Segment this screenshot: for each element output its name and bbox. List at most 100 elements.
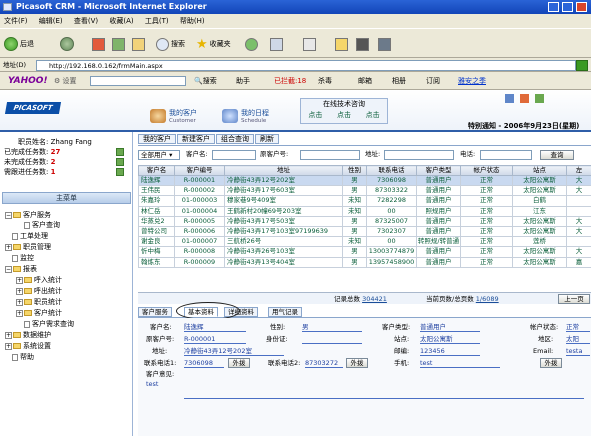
customer-name-input[interactable]	[212, 150, 256, 160]
customer-type-field[interactable]: 普通用户	[420, 323, 480, 332]
col-site[interactable]: 站点	[512, 165, 567, 176]
menu-tools[interactable]: 工具(T)	[145, 17, 169, 25]
support-link-2[interactable]: 点击	[337, 109, 351, 121]
refresh-uncompleted-icon[interactable]	[116, 158, 124, 166]
support-link-1[interactable]: 点击	[308, 109, 322, 121]
address-filter-input[interactable]	[384, 150, 454, 160]
tree-item-data-maintenance[interactable]: + 数据维护	[5, 331, 51, 340]
table-row[interactable]: 朱嘉玲 01-000003 穆家巷9号409室 未知 7282298 普通用户 正常 白鹤	[138, 195, 591, 207]
area-field[interactable]: 太阳	[566, 335, 590, 344]
yahoo-antivirus[interactable]: 杀毒	[318, 72, 332, 90]
tree-item-staff-stats[interactable]: + 职员统计	[16, 298, 62, 307]
forward-button[interactable]	[60, 36, 74, 52]
back-button[interactable]: 后退	[4, 36, 34, 52]
address-input[interactable]: http://192.168.0.162/frmMain.aspx	[36, 60, 576, 71]
go-arrow-icon[interactable]	[576, 60, 588, 71]
logout-icon[interactable]	[535, 94, 544, 103]
zip-field[interactable]: 123456	[420, 347, 480, 356]
yahoo-settings[interactable]: ⚙ 设置	[54, 72, 77, 90]
tree-item-system-settings[interactable]: + 系统设置	[5, 342, 51, 351]
dial-phone1-button[interactable]: 外拨	[228, 358, 250, 368]
phone-filter-input[interactable]	[480, 150, 532, 160]
col-customer-no[interactable]: 客户编号	[174, 165, 225, 176]
tree-item-customer-stats[interactable]: + 客户统计	[16, 309, 62, 318]
close-button[interactable]	[576, 2, 587, 12]
table-row[interactable]: 华蒸兑2 R-000005 冷静街43弄17号503室男 87325007 普通用户 正常…	[138, 215, 591, 227]
email-field[interactable]: testa	[566, 347, 590, 356]
tab-new-customer[interactable]: 新建客户	[177, 134, 215, 144]
tab-gas-records[interactable]: 用气记录	[268, 307, 302, 317]
refresh-completed-icon[interactable]	[116, 148, 124, 156]
col-extra[interactable]: 左	[566, 165, 591, 176]
nav-my-schedule[interactable]: 我的日程 Schedule	[222, 108, 269, 124]
yahoo-popup-blocked[interactable]: 已拦截:18	[274, 72, 306, 90]
table-row[interactable]: 谢金良 01-000007 三航桥26号 未知 00 转照规/转普通 正常 莲桥	[138, 236, 591, 248]
yahoo-assistant[interactable]: 助手	[236, 72, 250, 90]
table-row[interactable]: 忻中梅 R-000008 冷静街43弄26号103室男 13003774879 普通用户…	[138, 246, 591, 258]
menu-edit[interactable]: 编辑(E)	[39, 17, 63, 25]
dial-phone2-button[interactable]: 外拨	[346, 358, 368, 368]
messenger-button[interactable]	[356, 36, 369, 52]
tree-item-work-order[interactable]: 工单处理	[12, 232, 48, 241]
table-row[interactable]: 曾特公司 R-000006 冷静街43弄17号103室97199639 男 730230…	[138, 225, 591, 238]
tree-item-customer-demand[interactable]: 客户需求查询	[24, 320, 74, 329]
menu-help[interactable]: 帮助(H)	[180, 17, 205, 25]
tab-customer-service[interactable]: 客户服务	[138, 307, 172, 317]
col-gender[interactable]: 性别	[342, 165, 367, 176]
menu-view[interactable]: 查看(V)	[74, 17, 98, 25]
tree-item-monitor[interactable]: 监控	[12, 254, 34, 263]
support-link-3[interactable]: 点击	[366, 109, 380, 121]
user-filter-select[interactable]: 全部用户 ▾	[138, 150, 180, 160]
mail-button[interactable]	[270, 36, 283, 52]
table-row[interactable]: 陆逸辉 R-000001 冷静街43弄12号202室男 7306098 普通用户 正常 太阳…	[138, 174, 591, 187]
gender-field[interactable]: 男	[302, 323, 362, 332]
yahoo-search-input[interactable]	[90, 76, 186, 86]
old-no-field[interactable]: R-000001	[184, 335, 246, 344]
account-status-field[interactable]: 正常	[566, 323, 590, 332]
refresh-button[interactable]	[112, 36, 125, 52]
yahoo-search-button[interactable]: 🔍搜索	[194, 72, 217, 90]
menu-file[interactable]: 文件(F)	[4, 17, 28, 25]
menu-favorites[interactable]: 收藏(A)	[109, 17, 133, 25]
home-button[interactable]	[132, 36, 145, 52]
name-field[interactable]: 陆逸辉	[184, 323, 246, 332]
opinion-field[interactable]: test	[146, 380, 586, 389]
col-phone[interactable]: 联系电话	[366, 165, 417, 176]
prev-page-button[interactable]: 上一页	[558, 294, 590, 304]
media-button[interactable]	[245, 36, 258, 52]
help-icon[interactable]	[505, 94, 514, 103]
stop-button[interactable]	[92, 36, 105, 52]
col-account-status[interactable]: 帐户状态	[460, 165, 513, 176]
tree-item-outbound-stats[interactable]: + 呼出统计	[16, 287, 62, 296]
col-customer-type[interactable]: 客户类型	[416, 165, 461, 176]
folder-button[interactable]	[335, 36, 348, 52]
yahoo-album[interactable]: 相册	[392, 72, 406, 90]
tree-item-reports[interactable]: − 报表	[5, 265, 37, 274]
yahoo-subscribe[interactable]: 订阅	[426, 72, 440, 90]
maximize-button[interactable]	[562, 2, 573, 12]
yahoo-classic[interactable]: 雅安之季	[458, 72, 486, 90]
tab-refresh[interactable]: 刷新	[255, 134, 279, 144]
tab-my-customer[interactable]: 我的客户	[138, 134, 176, 144]
tab-combined-query[interactable]: 组合查询	[216, 134, 254, 144]
search-button[interactable]: 搜索	[156, 36, 185, 52]
old-customer-no-input[interactable]	[300, 150, 360, 160]
settings-icon[interactable]	[520, 94, 529, 103]
favorites-button[interactable]: ★ 收藏夹	[196, 36, 231, 52]
address-field[interactable]: 冷静街43弄12号202室	[184, 347, 284, 356]
minimize-button[interactable]	[548, 2, 559, 12]
tree-item-customer-query[interactable]: 客户查询	[24, 221, 60, 230]
id-card-field[interactable]	[302, 335, 362, 344]
refresh-follow-up-icon[interactable]	[116, 168, 124, 176]
discuss-button[interactable]	[378, 36, 391, 52]
tree-item-inbound-stats[interactable]: + 呼入统计	[16, 276, 62, 285]
tree-item-staff-management[interactable]: + 职员管理	[5, 243, 51, 252]
phone1-field[interactable]: 7306098	[184, 359, 224, 368]
col-customer-name[interactable]: 客户名	[138, 165, 175, 176]
mobile-field[interactable]: test	[420, 359, 500, 368]
query-button[interactable]: 查询	[540, 150, 574, 160]
phone2-field[interactable]: 87303272	[305, 359, 343, 368]
col-address[interactable]: 地址	[224, 165, 343, 176]
yahoo-mail[interactable]: 邮箱	[358, 72, 372, 90]
tree-item-customer-service[interactable]: − 客户服务	[5, 211, 51, 220]
